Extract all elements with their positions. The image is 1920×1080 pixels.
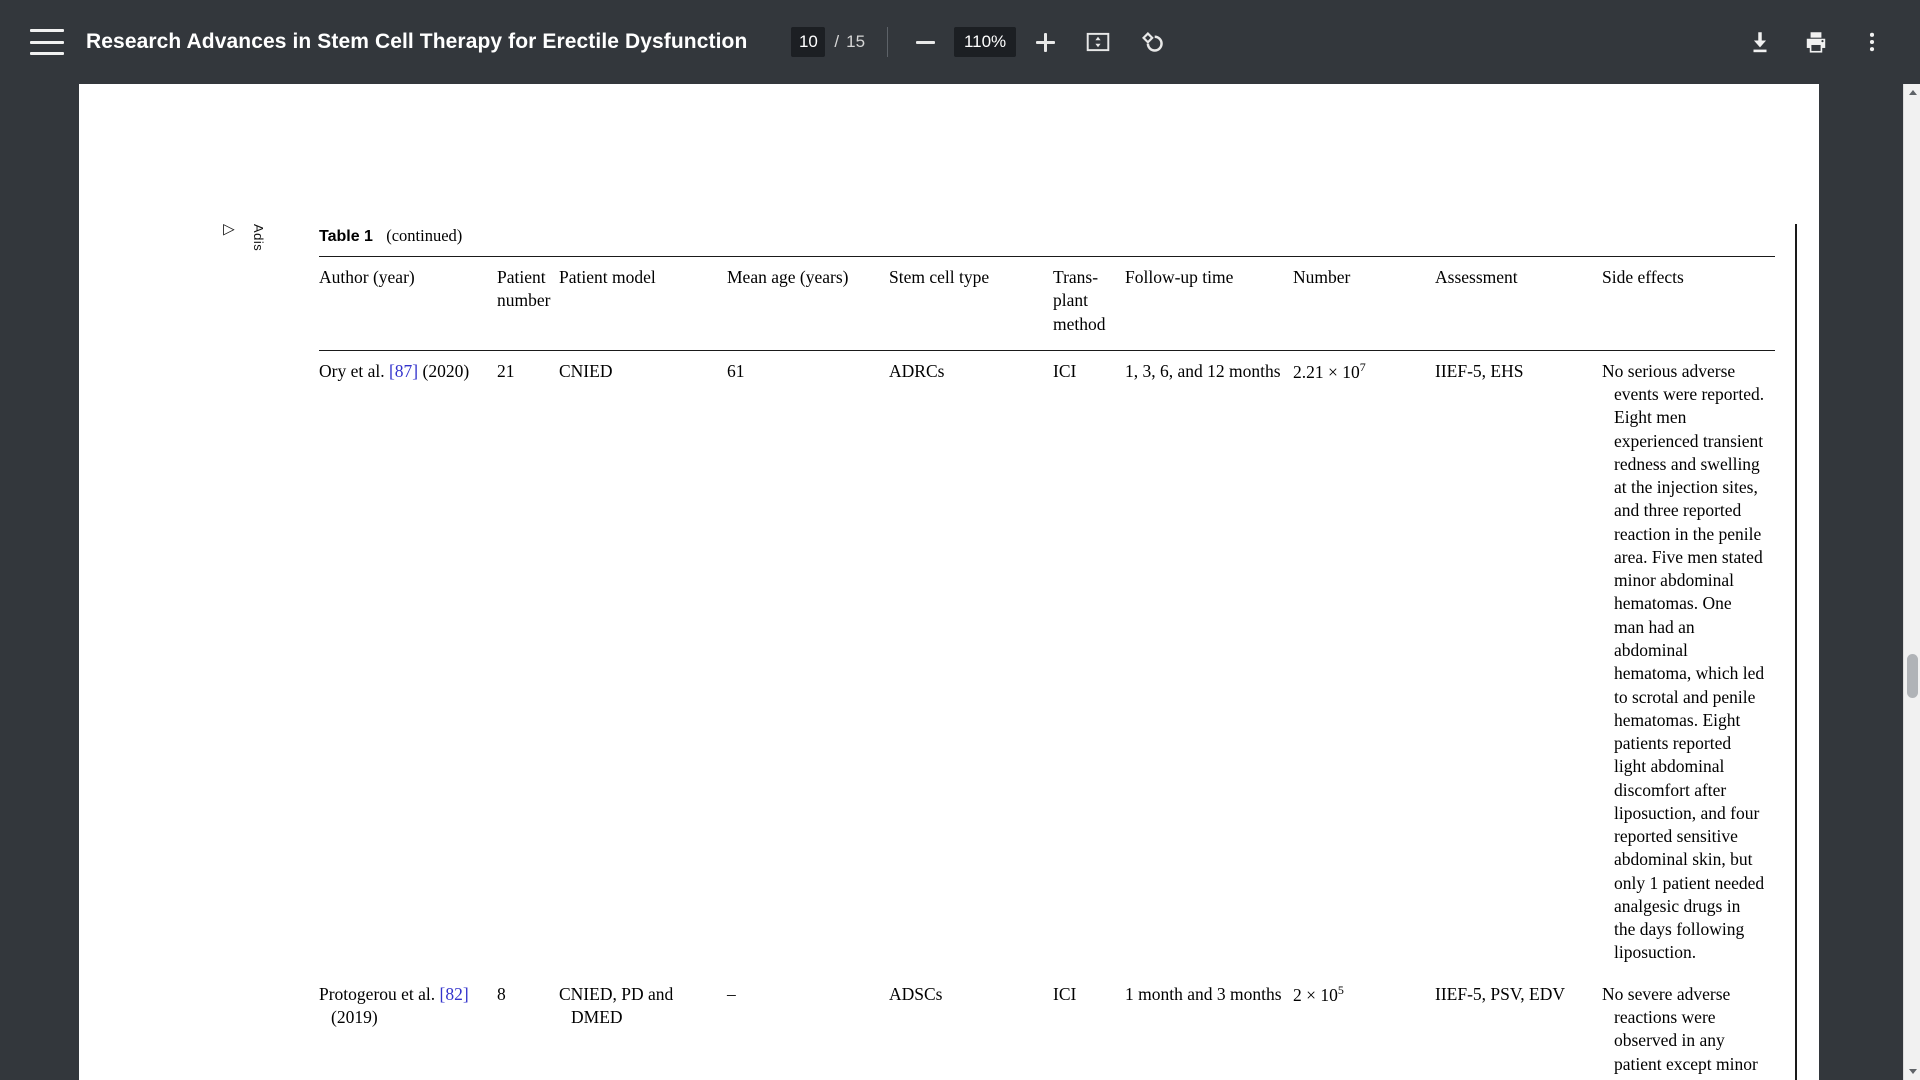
- vertical-scrollbar[interactable]: [1903, 84, 1920, 1080]
- download-icon: [1753, 32, 1767, 53]
- table-row: Ory et al. [87] (2020) 21 CNIED 61 ADRCs…: [319, 350, 1775, 973]
- hamburger-bar: [30, 52, 64, 55]
- scroll-up-button[interactable]: [1904, 84, 1920, 101]
- cell-number: 2.21 × 107: [1293, 350, 1435, 973]
- cell-stem-cell-type: ADRCs: [889, 360, 945, 381]
- column-header-followup-time: Follow-up time: [1125, 256, 1293, 351]
- fit-to-page-icon: [1086, 32, 1110, 52]
- scrollbar-thumb[interactable]: [1907, 654, 1918, 698]
- number-exponent: 5: [1337, 982, 1344, 997]
- pdf-viewer[interactable]: △ Adis Table 1 (continued) Author (year)…: [0, 84, 1920, 1080]
- minus-icon: [915, 40, 935, 44]
- cell-author: Protogerou et al. [82] (2019): [319, 973, 497, 1080]
- author-name: Ory et al.: [319, 360, 389, 381]
- column-header-stem-cell-type: Stem cell type: [889, 256, 1053, 351]
- cell-patient-model: CNIED: [559, 360, 613, 381]
- pdf-page: △ Adis Table 1 (continued) Author (year)…: [79, 84, 1819, 1080]
- hamburger-bar: [30, 29, 64, 32]
- rotate-button[interactable]: [1132, 22, 1172, 62]
- table-container: Table 1 (continued) Author (year) Patien…: [319, 226, 1775, 1080]
- author-name: Protogerou et al.: [319, 983, 440, 1004]
- adis-sidebar-mark: Adis: [251, 224, 266, 252]
- cell-mean-age: –: [727, 973, 889, 1080]
- column-header-transplant-method: Trans-plant method: [1053, 256, 1125, 351]
- cell-author: Ory et al. [87] (2020): [319, 350, 497, 973]
- cell-transplant-method: ICI: [1053, 973, 1125, 1080]
- adis-triangle-icon: △: [221, 224, 238, 236]
- number-base: 2 × 10: [1293, 984, 1338, 1005]
- reference-link[interactable]: [82]: [440, 984, 469, 1004]
- scroll-down-button[interactable]: [1904, 1063, 1920, 1080]
- zoom-out-button[interactable]: [910, 27, 940, 57]
- cell-mean-age: 61: [727, 360, 745, 381]
- column-header-mean-age: Mean age (years): [727, 256, 889, 351]
- column-header-assessment: Assessment: [1435, 256, 1602, 351]
- number-exponent: 7: [1359, 359, 1366, 374]
- document-title: Research Advances in Stem Cell Therapy f…: [86, 30, 748, 53]
- pdf-toolbar: Research Advances in Stem Cell Therapy f…: [0, 0, 1920, 84]
- cell-patient-number: 8: [497, 973, 559, 1080]
- fit-to-page-button[interactable]: [1078, 22, 1118, 62]
- cell-number: 2 × 105: [1293, 973, 1435, 1080]
- scroll-up-arrow-icon: [1908, 90, 1917, 95]
- cell-stem-cell-type: ADSCs: [889, 973, 1053, 1080]
- number-base: 2.21 × 10: [1293, 361, 1360, 382]
- print-button[interactable]: [1796, 22, 1836, 62]
- column-header-side-effects: Side effects: [1602, 256, 1775, 351]
- plus-icon-vertical: [1043, 32, 1047, 52]
- cell-patient-model: CNIED, PD and DMED: [559, 973, 727, 1080]
- transplant-method-label: Trans-plant method: [1053, 267, 1106, 334]
- table-caption-label: Table 1: [319, 228, 373, 245]
- page-number-input[interactable]: [791, 27, 826, 57]
- page-navigation: / 15: [791, 27, 865, 57]
- hamburger-bar: [30, 40, 64, 44]
- more-options-button[interactable]: [1852, 22, 1892, 62]
- cell-transplant-method: ICI: [1053, 360, 1077, 381]
- cell-followup-time: 1, 3, 6, and 12 months: [1125, 360, 1281, 381]
- zoom-level-input[interactable]: [954, 27, 1017, 57]
- cell-assessment: IIEF-5, PSV, EDV: [1435, 973, 1602, 1080]
- cell-followup-time: 1 month and 3 months: [1125, 973, 1293, 1080]
- download-button[interactable]: [1740, 22, 1780, 62]
- table-caption-continued: (continued): [386, 226, 463, 245]
- author-year: (2020): [418, 360, 470, 381]
- column-header-patient-model: Patient model: [559, 256, 727, 351]
- cell-side-effects: No serious adverse events were reported.…: [1602, 360, 1765, 963]
- zoom-in-button[interactable]: [1030, 27, 1060, 57]
- table-caption: Table 1 (continued): [319, 226, 1775, 246]
- toolbar-divider: [887, 27, 889, 57]
- scroll-down-arrow-icon: [1908, 1069, 1917, 1074]
- hamburger-menu-icon[interactable]: [30, 29, 64, 55]
- author-year: (2019): [331, 1006, 378, 1027]
- cell-side-effects: No severe adverse reactions were observe…: [1602, 973, 1775, 1080]
- table-header-row: Author (year) Patient number Patient mod…: [319, 256, 1775, 351]
- page-separator: /: [834, 32, 840, 51]
- results-table: Author (year) Patient number Patient mod…: [319, 256, 1775, 1080]
- rotate-counterclockwise-icon: [1142, 32, 1163, 52]
- page-right-rule: [1795, 224, 1797, 1080]
- cell-assessment: IIEF-5, EHS: [1435, 360, 1524, 381]
- more-vertical-icon: [1869, 32, 1875, 52]
- cell-patient-number: 21: [497, 360, 515, 381]
- column-header-number: Number: [1293, 256, 1435, 351]
- reference-link[interactable]: [87]: [389, 361, 418, 381]
- toolbar-actions: [1724, 22, 1892, 62]
- table-row: Protogerou et al. [82] (2019) 8 CNIED, P…: [319, 973, 1775, 1080]
- page-total-count: 15: [846, 32, 866, 51]
- column-header-patient-number: Patient number: [497, 256, 559, 351]
- column-header-author: Author (year): [319, 256, 497, 351]
- print-icon: [1806, 32, 1826, 53]
